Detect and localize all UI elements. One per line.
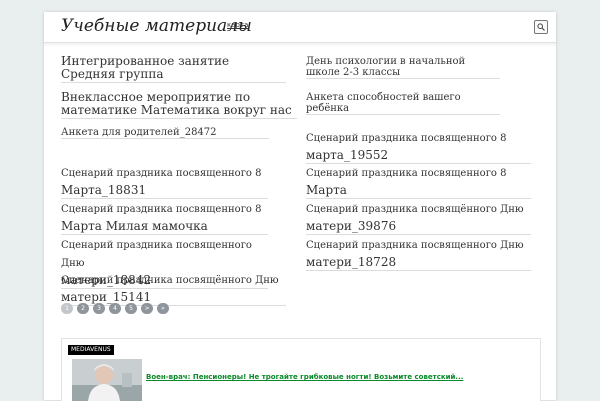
article-link-rest[interactable]: Марта bbox=[306, 183, 347, 197]
article-link-rest[interactable]: матери_15141 bbox=[61, 290, 151, 304]
article-link[interactable]: День психологии в начальной школе 2-3 кл… bbox=[306, 56, 465, 78]
ad-link[interactable]: Воен-врач: Пенсионеры! Не трогайте грибк… bbox=[146, 373, 463, 381]
article-item[interactable]: Сценарий праздника посвященного Дню мате… bbox=[306, 234, 531, 271]
site-header: Учебные материалы карта bbox=[44, 12, 556, 43]
article-link[interactable]: Анкета способностей вашего ребёнка bbox=[306, 92, 461, 114]
article-item[interactable]: Сценарий праздника посвященного 8 Марта bbox=[306, 162, 531, 199]
article-link[interactable]: Сценарий праздника посвященного Дню bbox=[61, 240, 252, 269]
article-link[interactable]: Сценарий праздника посвященного 8 bbox=[306, 133, 507, 144]
page-button-current[interactable]: 1 bbox=[61, 303, 73, 314]
map-link[interactable]: карта bbox=[227, 21, 248, 29]
search-button[interactable] bbox=[534, 20, 548, 34]
article-link[interactable]: Сценарий праздника посвящённого Дню bbox=[306, 204, 524, 215]
article-link[interactable]: Анкета для родителей_28472 bbox=[61, 127, 217, 138]
article-item[interactable]: Сценарий праздника посвящённого Дню мате… bbox=[306, 198, 531, 235]
search-icon bbox=[537, 23, 545, 31]
article-link[interactable]: Сценарий праздника посвященного 8 bbox=[61, 168, 262, 179]
last-page-button[interactable]: » bbox=[157, 303, 169, 314]
next-page-button[interactable]: > bbox=[141, 303, 153, 314]
page-button[interactable]: 3 bbox=[93, 303, 105, 314]
page-container: Учебные материалы карта Интегрированное … bbox=[44, 12, 556, 401]
article-item[interactable]: Внеклассное мероприятие по математике Ма… bbox=[61, 90, 297, 119]
article-item[interactable]: День психологии в начальной школе 2-3 кл… bbox=[306, 56, 500, 80]
article-item[interactable]: Интегрированное занятие Средняя группа bbox=[61, 54, 286, 83]
article-item[interactable]: Сценарий праздника посвящённого Дню мате… bbox=[61, 269, 286, 306]
article-item[interactable]: Сценарий праздника посвященного 8 Марта … bbox=[61, 198, 268, 235]
article-link[interactable]: Сценарий праздника посвященного 8 bbox=[61, 204, 262, 215]
article-link-rest[interactable]: марта_19552 bbox=[306, 148, 388, 162]
article-link-rest[interactable]: матери_18728 bbox=[306, 255, 396, 269]
page-button[interactable]: 4 bbox=[109, 303, 121, 314]
article-item[interactable]: Сценарий праздника посвященного 8 марта_… bbox=[306, 127, 531, 164]
article-link[interactable]: Интегрированное занятие Средняя группа bbox=[61, 54, 229, 81]
ad-brand-label: MEDIAVENUS bbox=[68, 345, 114, 355]
article-link-rest[interactable]: Марта Милая мамочка bbox=[61, 219, 208, 233]
article-link[interactable]: Сценарий праздника посвящённого Дню bbox=[61, 275, 279, 286]
article-item[interactable]: Анкета для родителей_28472 bbox=[61, 127, 269, 140]
article-link-rest[interactable]: матери_39876 bbox=[306, 219, 396, 233]
site-title[interactable]: Учебные материалы bbox=[61, 16, 252, 36]
article-link-rest[interactable]: Марта_18831 bbox=[61, 183, 146, 197]
article-item[interactable]: Сценарий праздника посвященного 8 Марта_… bbox=[61, 162, 268, 199]
page-button[interactable]: 5 bbox=[125, 303, 137, 314]
page-button[interactable]: 2 bbox=[77, 303, 89, 314]
ad-image[interactable] bbox=[72, 359, 142, 401]
article-item[interactable]: Анкета способностей вашего ребёнка bbox=[306, 92, 500, 116]
article-link[interactable]: Внеклассное мероприятие по математике Ма… bbox=[61, 90, 292, 117]
ad-block: MEDIAVENUS Воен-врач: Пенсионеры! Не тро… bbox=[61, 338, 541, 401]
article-link[interactable]: Сценарий праздника посвященного Дню bbox=[306, 240, 524, 251]
article-link[interactable]: Сценарий праздника посвященного 8 bbox=[306, 168, 507, 179]
